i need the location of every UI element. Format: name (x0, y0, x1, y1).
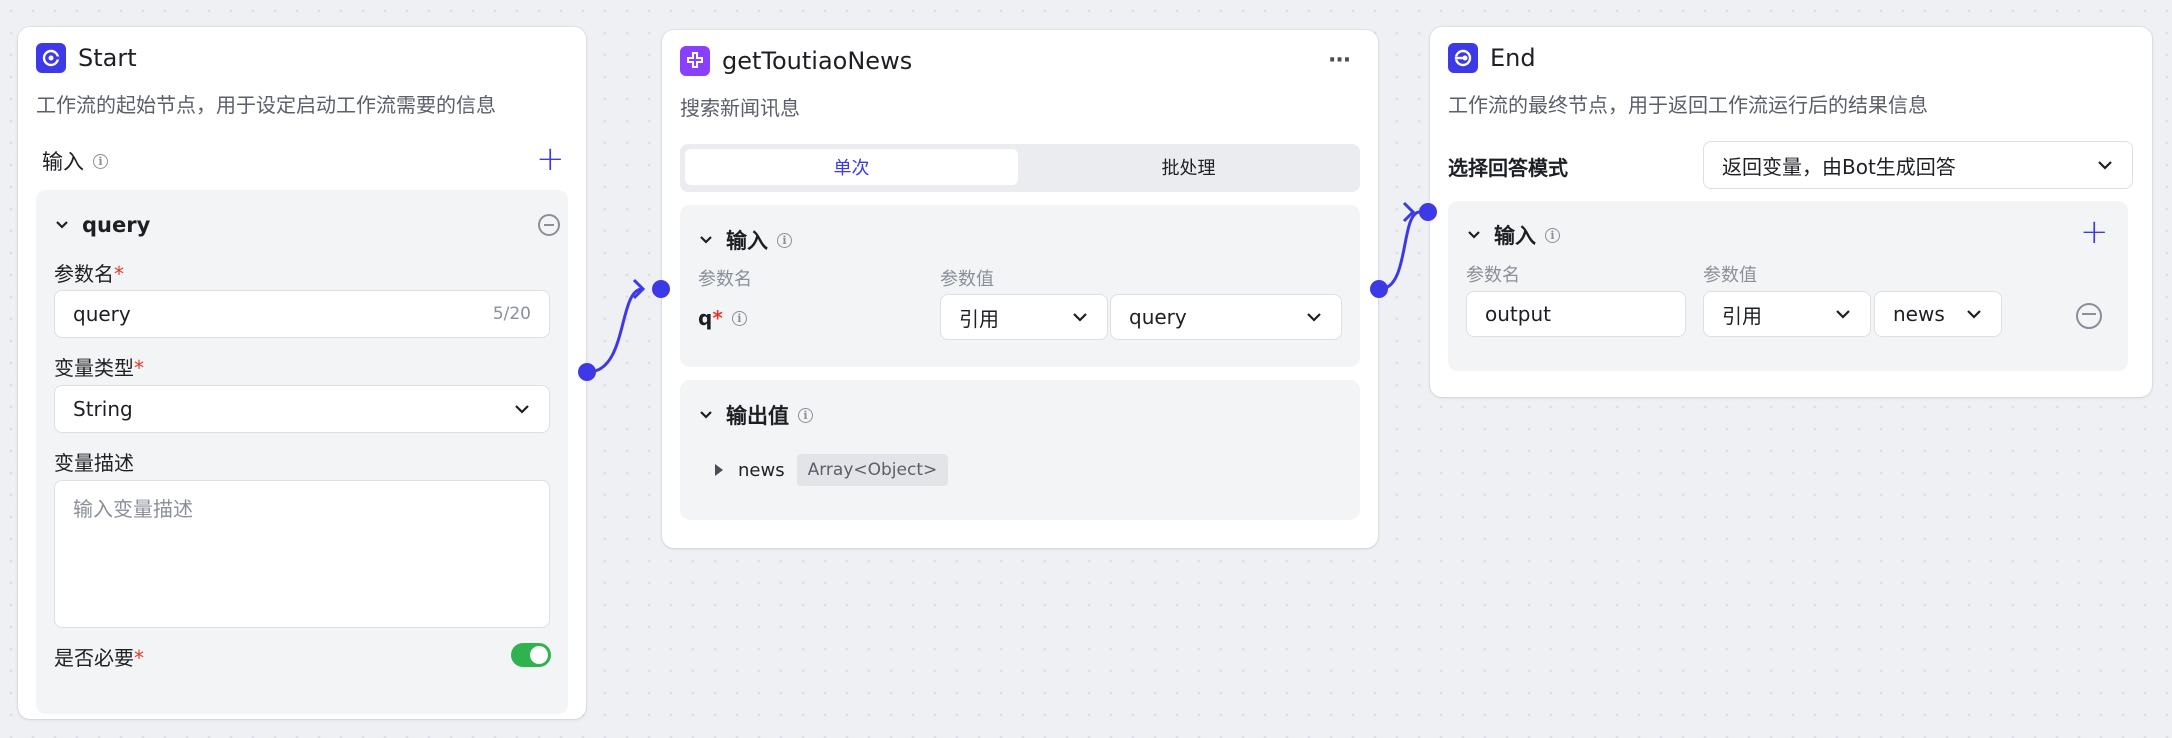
info-icon[interactable]: i (731, 310, 747, 326)
chevron-down-icon (1073, 313, 1087, 322)
chevron-down-icon (1307, 313, 1321, 322)
col-param-name: 参数名 (1466, 265, 1520, 286)
edge-start-to-plugin (587, 287, 643, 374)
end-node[interactable]: End 工作流的最终节点，用于返回工作流运行后的结果信息 选择回答模式 返回变量… (1430, 27, 2152, 397)
param-header[interactable]: query (54, 213, 150, 237)
param-name-heading: query (82, 213, 151, 237)
info-icon[interactable]: i (93, 153, 108, 169)
plugin-node-icon (680, 46, 710, 76)
start-node-description: 工作流的起始节点，用于设定启动工作流需要的信息 (36, 93, 496, 117)
answer-mode-label: 选择回答模式 (1448, 156, 1568, 180)
end-node-description: 工作流的最终节点，用于返回工作流运行后的结果信息 (1448, 93, 1928, 117)
end-node-icon (1448, 43, 1478, 73)
answer-mode-value: 返回变量，由Bot生成回答 (1722, 154, 1956, 179)
required-toggle[interactable] (511, 643, 551, 667)
plugin-output-label: 输出值 (726, 404, 789, 428)
info-icon[interactable]: i (798, 407, 813, 423)
chevron-down-icon[interactable] (698, 407, 714, 423)
plugin-input-port[interactable] (652, 280, 670, 298)
ref-value: query (1129, 305, 1187, 329)
edge-arrow-end (1402, 201, 1416, 223)
variable-type-label: 变量类型* (54, 356, 144, 380)
plugin-output-port[interactable] (1370, 280, 1388, 298)
param-q-label: q * i (698, 306, 747, 330)
plugin-output-header[interactable]: 输出值 i (698, 400, 813, 430)
end-ref-type-select[interactable]: 引用 (1703, 291, 1871, 337)
end-input-header[interactable]: 输入 i (1466, 220, 1560, 250)
param-name-value: query (73, 302, 131, 326)
end-input-port[interactable] (1419, 203, 1437, 221)
variable-desc-placeholder: 输入变量描述 (73, 497, 193, 521)
param-name-input[interactable]: query 5/20 (54, 290, 550, 338)
end-input-panel: 输入 i + 参数名 参数值 output 引用 news (1448, 201, 2128, 371)
answer-mode-select[interactable]: 返回变量，由Bot生成回答 (1703, 141, 2133, 189)
output-item-news[interactable]: news Array<Object> (714, 454, 949, 486)
param-name-label: 参数名* (54, 262, 124, 286)
ref-value-select[interactable]: query (1110, 294, 1342, 340)
start-input-section-title: 输入 i (42, 146, 108, 176)
ref-type-value: 引用 (959, 306, 999, 331)
output-name-input[interactable]: output (1466, 291, 1686, 337)
remove-output-button[interactable] (2076, 303, 2102, 329)
variable-desc-label: 变量描述 (54, 451, 134, 475)
plugin-input-panel: 输入 i 参数名 参数值 q * i 引用 query (680, 205, 1360, 367)
edge-arrow-plugin (632, 278, 646, 300)
output-name-value: output (1485, 302, 1551, 326)
tab-single[interactable]: 单次 (685, 149, 1018, 185)
toggle-knob (530, 646, 548, 664)
variable-desc-textarea[interactable]: 输入变量描述 (54, 480, 550, 628)
plugin-input-label: 输入 (726, 229, 768, 253)
start-node-icon (36, 43, 66, 73)
add-input-button[interactable]: + (536, 142, 565, 176)
output-name: news (738, 459, 785, 481)
plugin-node-title: getToutiaoNews (722, 47, 913, 75)
start-node-title: Start (78, 44, 137, 72)
required-label: 是否必要* (54, 646, 144, 670)
end-ref-value: news (1893, 302, 1945, 326)
end-node-header: End (1448, 43, 1536, 73)
plugin-output-panel: 输出值 i news Array<Object> (680, 380, 1360, 520)
caret-right-icon[interactable] (714, 463, 724, 477)
end-ref-value-select[interactable]: news (1874, 291, 2002, 337)
edge-plugin-to-end (1379, 210, 1421, 291)
plugin-node[interactable]: getToutiaoNews ··· 搜索新闻讯息 单次 批处理 输入 i 参数… (662, 30, 1378, 548)
add-output-button[interactable]: + (2080, 215, 2109, 249)
chevron-down-icon (1967, 310, 1981, 319)
start-node[interactable]: Start 工作流的起始节点，用于设定启动工作流需要的信息 输入 i + que… (18, 27, 586, 719)
info-icon[interactable]: i (1545, 227, 1560, 243)
col-param-name: 参数名 (698, 269, 752, 290)
end-ref-type-value: 引用 (1722, 303, 1762, 328)
end-node-title: End (1490, 44, 1536, 72)
query-param-panel: query 参数名* query 5/20 变量类型* String 变量描述 … (36, 190, 568, 714)
more-options-button[interactable]: ··· (1328, 48, 1351, 73)
variable-type-value: String (73, 397, 133, 421)
mode-tabs: 单次 批处理 (680, 144, 1360, 192)
chevron-down-icon[interactable] (1466, 227, 1482, 243)
start-node-header: Start (36, 43, 137, 73)
chevron-down-icon (1836, 310, 1850, 319)
col-param-value: 参数值 (940, 269, 994, 290)
end-input-label: 输入 (1494, 224, 1536, 248)
start-output-port[interactable] (578, 363, 596, 381)
chevron-down-icon[interactable] (698, 232, 714, 248)
plugin-node-description: 搜索新闻讯息 (680, 96, 800, 120)
info-icon[interactable]: i (777, 232, 792, 248)
chevron-down-icon (2098, 161, 2112, 170)
plugin-node-header: getToutiaoNews (680, 46, 912, 76)
variable-type-select[interactable]: String (54, 385, 550, 433)
plugin-input-header[interactable]: 输入 i (698, 225, 792, 255)
col-param-value: 参数值 (1703, 265, 1757, 286)
chevron-down-icon (515, 405, 529, 414)
tab-batch[interactable]: 批处理 (1022, 149, 1355, 185)
ref-type-select[interactable]: 引用 (940, 294, 1108, 340)
chevron-down-icon[interactable] (54, 217, 70, 233)
remove-param-button[interactable] (538, 214, 560, 236)
output-type-badge: Array<Object> (796, 454, 949, 486)
char-count: 5/20 (492, 304, 531, 324)
start-input-label: 输入 (42, 150, 84, 174)
